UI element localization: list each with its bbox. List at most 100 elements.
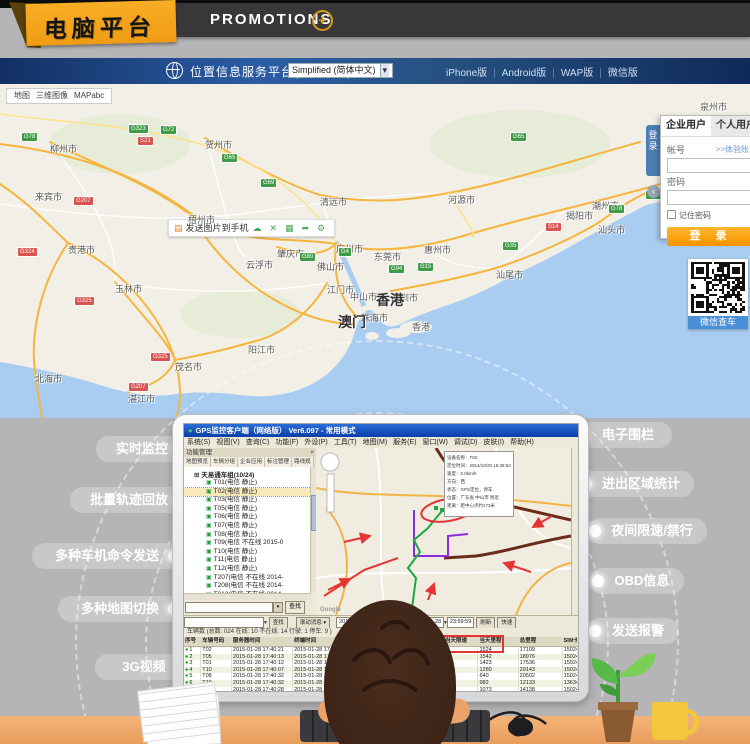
client-title: GPS监控客户端（网络版） Ver6.097 - 常用模式 bbox=[196, 426, 356, 435]
tree-vehicle-item[interactable]: ▣T208(电信 不在线 2014- bbox=[184, 582, 311, 591]
tree-vehicle-item[interactable]: ▣T07(电信 静止) bbox=[184, 522, 311, 531]
map-tab-1[interactable]: 地图 bbox=[14, 91, 30, 100]
tree-vehicle-item[interactable]: ▣T09(电信 不在线 2015-0 bbox=[184, 539, 311, 548]
fast-button[interactable]: 快速 bbox=[497, 617, 516, 629]
query-input[interactable] bbox=[184, 617, 264, 628]
menu-item[interactable]: 外设(P) bbox=[304, 437, 327, 448]
login-button[interactable]: 登 录 bbox=[667, 227, 750, 246]
road-badge: G15 bbox=[417, 262, 434, 272]
fullscreen-icon[interactable]: ✕ bbox=[270, 223, 278, 233]
tree-root[interactable]: ⊞ 天易通车组(10/24) bbox=[184, 467, 311, 479]
menu-item[interactable]: 功能(F) bbox=[275, 437, 298, 448]
column-header[interactable]: 总里程 bbox=[519, 637, 563, 646]
tree-vehicle-item[interactable]: ▣T01(电信 静止) bbox=[184, 479, 311, 488]
menu-item[interactable]: 皮肤(I) bbox=[484, 437, 505, 448]
menu-item[interactable]: 窗口(W) bbox=[423, 437, 448, 448]
status-dot-icon: ● bbox=[185, 673, 188, 679]
panel-tab-1[interactable]: 地图预览 bbox=[184, 457, 211, 467]
column-header[interactable]: 车辆号码 bbox=[201, 637, 232, 646]
table-cell: 17109 bbox=[519, 647, 563, 654]
tree-vehicle-item[interactable]: ▣T12(电信 静止) bbox=[184, 565, 311, 574]
menu-item[interactable]: 地图(M) bbox=[363, 437, 388, 448]
city-label: 贺州市 bbox=[205, 138, 232, 151]
menu-item[interactable]: 视图(V) bbox=[216, 437, 239, 448]
refresh-button[interactable]: 刷新 bbox=[476, 617, 495, 629]
menu-item[interactable]: 查询(C) bbox=[246, 437, 270, 448]
tree-vehicle-item[interactable]: ▣T08(电信 静止) bbox=[184, 531, 311, 540]
menu-item[interactable]: 系统(S) bbox=[187, 437, 210, 448]
menu-item[interactable]: 调试(D) bbox=[454, 437, 478, 448]
demo-account-link[interactable]: >>体验账号 bbox=[716, 144, 750, 155]
chevron-down-icon[interactable]: ▾ bbox=[273, 602, 283, 613]
city-label-major: 澳门 bbox=[338, 312, 366, 332]
city-label: 惠州市 bbox=[424, 243, 451, 256]
menu-item[interactable]: 帮助(H) bbox=[510, 437, 534, 448]
tree-vehicle-item[interactable]: ▣T03(电信 静止) bbox=[184, 496, 311, 505]
remember-password[interactable]: 记住密码 bbox=[667, 210, 750, 221]
vehicle-label: T07(电信 静止) bbox=[214, 522, 257, 529]
city-label: 东莞市 bbox=[374, 250, 401, 263]
table-cell: 1542 bbox=[478, 654, 518, 661]
panel-tab-4[interactable]: 标注管理 bbox=[265, 457, 292, 467]
table-cell: 17536 bbox=[519, 660, 563, 667]
menu-item[interactable]: 工具(T) bbox=[334, 437, 357, 448]
find-button[interactable]: 查找 bbox=[285, 601, 305, 614]
plus-icon[interactable]: + bbox=[312, 10, 333, 31]
map-tab-3[interactable]: MAPabc bbox=[74, 91, 104, 100]
image-icon[interactable]: ▦ bbox=[285, 223, 294, 233]
nav-link-1[interactable]: iPhone版 bbox=[446, 68, 487, 79]
mouse bbox=[508, 718, 533, 736]
table-cell: 15024171174 bbox=[563, 687, 578, 692]
vehicle-label: T208(电信 不在线 2014- bbox=[214, 582, 284, 589]
truck-icon: ▣ bbox=[206, 514, 212, 520]
nav-link-4[interactable]: 微信版 bbox=[608, 68, 638, 79]
panel-tab-5[interactable]: 路线规 bbox=[292, 457, 314, 467]
login-side-tab[interactable]: 登录 bbox=[646, 125, 660, 176]
cloud-icon[interactable]: ☁ bbox=[253, 223, 262, 233]
tree-vehicle-item[interactable]: ▣T11(电信 静止) bbox=[184, 556, 311, 565]
scrollbar-horizontal[interactable] bbox=[184, 593, 311, 600]
table-cell: T08 bbox=[201, 673, 232, 680]
table-cell: T02 bbox=[201, 647, 232, 654]
share-icon[interactable]: ➦ bbox=[302, 223, 310, 233]
nav-link-3[interactable]: WAP版 bbox=[561, 68, 593, 79]
collapse-arrow-icon[interactable]: ‹ bbox=[647, 185, 660, 198]
table-cell: 2015-01-28 17:40:32 bbox=[232, 680, 293, 687]
tree-vehicle-item[interactable]: ▣T06(电信 静止) bbox=[184, 513, 311, 522]
truck-icon: ▣ bbox=[206, 532, 212, 538]
panel-tab-3[interactable]: 企业应用 bbox=[238, 457, 265, 467]
road-badge: G80 bbox=[299, 252, 316, 262]
map-tab-2[interactable]: 三维图像 bbox=[36, 91, 68, 100]
account-input[interactable] bbox=[667, 158, 750, 173]
nav-link-2[interactable]: Android版 bbox=[502, 68, 546, 79]
checkbox-icon[interactable] bbox=[667, 210, 676, 219]
client-map[interactable]: 设备名称：T02定位时间：2014/10/20 16:45:53速度：0.0km… bbox=[316, 448, 571, 615]
vehicle-label: T207(电信 不在线 2014- bbox=[214, 574, 284, 581]
chevron-down-icon[interactable]: ▾ bbox=[264, 620, 267, 626]
info-line: 方向：西 bbox=[447, 478, 511, 486]
column-header[interactable]: SIM卡号码 bbox=[563, 637, 578, 646]
vehicle-tree[interactable]: ⊞ 天易通车组(10/24)▣T01(电信 静止)▣T02(电信 静止)▣T03… bbox=[184, 467, 311, 593]
road-badge: G207 bbox=[73, 196, 94, 206]
column-header[interactable]: 序号 bbox=[184, 637, 201, 646]
password-input[interactable] bbox=[667, 190, 750, 205]
vehicle-search-input[interactable] bbox=[185, 602, 273, 613]
vehicle-label: T01(电信 静止) bbox=[214, 479, 257, 486]
close-icon[interactable]: × bbox=[310, 448, 314, 457]
portal-nav: iPhone版|Android版|WAP版|微信版 bbox=[440, 64, 644, 79]
tree-vehicle-item[interactable]: ▣T207(电信 不在线 2014- bbox=[184, 574, 311, 583]
tree-vehicle-item[interactable]: ▣T02(电信 静止) bbox=[184, 488, 311, 497]
city-label: 茂名市 bbox=[175, 360, 202, 373]
gear-icon[interactable]: ⚙ bbox=[317, 223, 325, 233]
login-tab-2[interactable]: 个人用户 bbox=[711, 116, 750, 136]
panel-tab-2[interactable]: 车辆分组 bbox=[211, 457, 238, 467]
find-button[interactable]: 查找 bbox=[269, 617, 288, 629]
status-dot-icon: ● bbox=[185, 654, 188, 660]
column-header[interactable]: 服务器时间 bbox=[232, 637, 293, 646]
language-select[interactable]: Simplified (简体中文)▾ bbox=[288, 63, 393, 78]
qr-code bbox=[691, 262, 745, 313]
menu-item[interactable]: 服务(E) bbox=[393, 437, 416, 448]
map-type-tabs[interactable]: 地图三维图像 MAPabc bbox=[6, 88, 112, 104]
city-label: 汕尾市 bbox=[496, 268, 523, 281]
login-tab-1[interactable]: 企业用户 bbox=[661, 116, 711, 136]
